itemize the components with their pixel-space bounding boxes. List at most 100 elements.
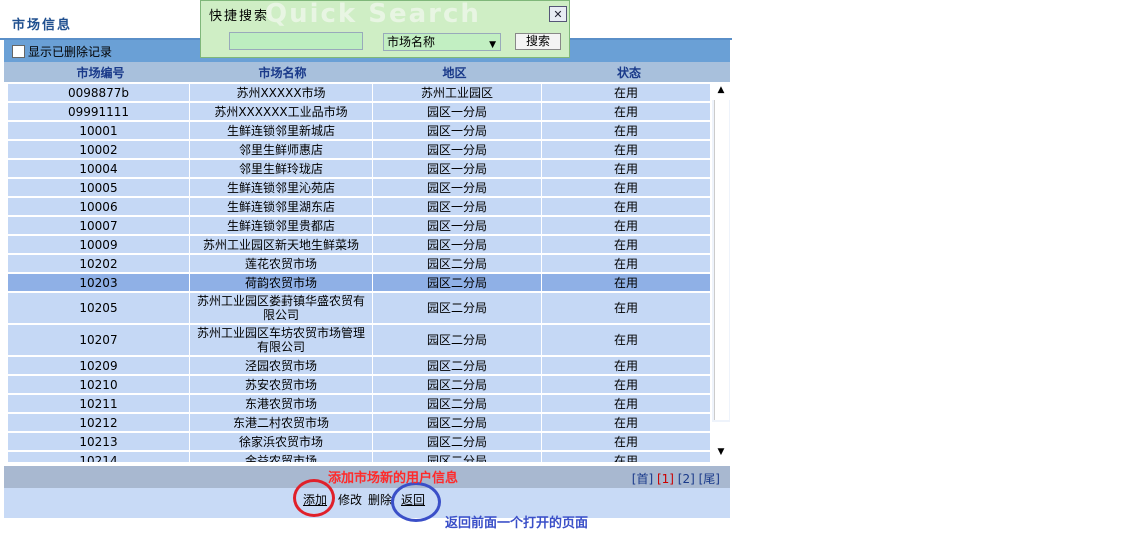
table-row[interactable]: 10007 生鲜连锁邻里贵都店 园区一分局 在用 (8, 217, 710, 234)
cell-market-code: 10209 (79, 358, 118, 373)
table-row[interactable]: 10203 荷韵农贸市场 园区二分局 在用 (8, 274, 710, 291)
cell-status: 在用 (541, 357, 710, 374)
cell-market-name: 生鲜连锁邻里沁苑店 (189, 179, 372, 196)
table-row[interactable]: 10005 生鲜连锁邻里沁苑店 园区一分局 在用 (8, 179, 710, 196)
cell-market-code: 10009 (79, 237, 118, 252)
cell-status: 在用 (541, 198, 710, 215)
cell-market-code: 10213 (79, 434, 118, 449)
cell-market-code: 09991111 (67, 104, 130, 119)
table-row[interactable]: 10210 苏安农贸市场 园区二分局 在用 (8, 376, 710, 393)
cell-region: 园区一分局 (372, 103, 541, 120)
column-header-region[interactable]: 地区 (374, 64, 535, 81)
cell-market-code: 10207 (79, 333, 118, 347)
table-row[interactable]: 10002 邻里生鲜师惠店 园区一分局 在用 (8, 141, 710, 158)
cell-region: 苏州工业园区 (372, 84, 541, 101)
pager-page-2[interactable]: [2] (678, 472, 695, 486)
cell-market-code: 10214 (79, 453, 118, 463)
table-row[interactable]: 10205 苏州工业园区娄葑镇华盛农贸有限公司 园区二分局 在用 (8, 293, 710, 323)
cell-region: 园区二分局 (372, 255, 541, 272)
table-row[interactable]: 10212 东港二村农贸市场 园区二分局 在用 (8, 414, 710, 431)
quick-search-button[interactable]: 搜索 (515, 33, 561, 50)
cell-region: 园区二分局 (372, 274, 541, 291)
cell-region: 园区二分局 (372, 395, 541, 412)
close-icon[interactable]: ✕ (549, 6, 567, 22)
scroll-up-icon[interactable]: ▲ (712, 82, 730, 98)
pager-page-1[interactable]: [1] (657, 472, 674, 486)
quick-search-field-select[interactable]: 市场名称 ▼ (383, 33, 501, 51)
table-scrollbar[interactable]: ▲ ▼ (712, 82, 730, 462)
scroll-thumb[interactable] (714, 100, 729, 420)
table-row[interactable]: 10211 东港农贸市场 园区二分局 在用 (8, 395, 710, 412)
cell-status: 在用 (541, 255, 710, 272)
cell-market-code: 10205 (79, 301, 118, 315)
market-info-panel: 市场信息 显示已删除记录 市场编号 市场名称 地区 状态 0098877b 苏州X… (0, 0, 732, 520)
cell-market-name: 生鲜连锁邻里湖东店 (189, 198, 372, 215)
chevron-down-icon[interactable]: ▼ (489, 37, 496, 53)
column-header-status[interactable]: 状态 (543, 64, 715, 81)
pager-last[interactable]: [尾] (699, 472, 720, 486)
table-row[interactable]: 10009 苏州工业园区新天地生鲜菜场 园区一分局 在用 (8, 236, 710, 253)
cell-status: 在用 (541, 274, 710, 291)
column-header-market-name[interactable]: 市场名称 (191, 64, 374, 81)
cell-market-code: 10006 (79, 199, 118, 214)
cell-region: 园区二分局 (372, 414, 541, 431)
cell-region: 园区二分局 (372, 325, 541, 355)
table-row[interactable]: 10001 生鲜连锁邻里新城店 园区一分局 在用 (8, 122, 710, 139)
cell-status: 在用 (541, 395, 710, 412)
table-row[interactable]: 10202 莲花农贸市场 园区二分局 在用 (8, 255, 710, 272)
cell-status: 在用 (541, 84, 710, 101)
pager-first[interactable]: [首] (632, 472, 653, 486)
cell-market-name: 苏州XXXXX市场 (189, 84, 372, 101)
cell-region: 园区一分局 (372, 179, 541, 196)
cell-region: 园区二分局 (372, 293, 541, 323)
add-annotation: 添加市场新的用户信息 (328, 471, 459, 486)
show-deleted-toggle[interactable]: 显示已删除记录 (12, 43, 112, 60)
table-body: 0098877b 苏州XXXXX市场 苏州工业园区 在用 09991111 苏州XXXXX… (4, 82, 712, 462)
cell-market-code: 10007 (79, 218, 118, 233)
cell-status: 在用 (541, 217, 710, 234)
quick-search-input[interactable] (229, 32, 363, 50)
cell-market-code: 10212 (79, 415, 118, 430)
cell-market-name: 苏州XXXXXX工业品市场 (189, 103, 372, 120)
cell-region: 园区一分局 (372, 198, 541, 215)
table-header: 市场编号 市场名称 地区 状态 (4, 62, 730, 82)
back-highlight-circle (391, 482, 441, 522)
cell-market-name: 邻里生鲜师惠店 (189, 141, 372, 158)
table-row[interactable]: 0098877b 苏州XXXXX市场 苏州工业园区 在用 (8, 84, 710, 101)
table-row[interactable]: 10207 苏州工业园区车坊农贸市场管理有限公司 园区二分局 在用 (8, 325, 710, 355)
cell-status: 在用 (541, 433, 710, 450)
column-header-market-code[interactable]: 市场编号 (10, 64, 191, 81)
delete-button[interactable]: 删除 (368, 491, 392, 508)
quick-search-watermark: Quick Search (265, 0, 481, 29)
cell-market-code: 0098877b (67, 85, 130, 100)
quick-search-popup: Quick Search 快捷搜索 ✕ 市场名称 ▼ 搜索 (200, 0, 570, 58)
cell-region: 园区二分局 (372, 357, 541, 374)
cell-market-name: 东港农贸市场 (189, 395, 372, 412)
table-row[interactable]: 09991111 苏州XXXXXX工业品市场 园区一分局 在用 (8, 103, 710, 120)
quick-search-title: 快捷搜索 (209, 9, 270, 24)
cell-status: 在用 (541, 141, 710, 158)
scroll-down-icon[interactable]: ▼ (712, 444, 730, 460)
cell-market-code: 10203 (79, 275, 118, 290)
edit-button[interactable]: 修改 (338, 491, 362, 508)
show-deleted-checkbox[interactable] (12, 45, 25, 58)
cell-region: 园区二分局 (372, 433, 541, 450)
cell-market-name: 邻里生鲜玲珑店 (189, 160, 372, 177)
cell-market-name: 苏州工业园区新天地生鲜菜场 (189, 236, 372, 253)
cell-status: 在用 (541, 414, 710, 431)
cell-status: 在用 (541, 160, 710, 177)
cell-status: 在用 (541, 452, 710, 462)
cell-status: 在用 (541, 236, 710, 253)
table-row[interactable]: 10214 金益农贸市场 园区二分局 在用 (8, 452, 710, 462)
table-row[interactable]: 10209 泾园农贸市场 园区二分局 在用 (8, 357, 710, 374)
cell-status: 在用 (541, 376, 710, 393)
cell-market-code: 10001 (79, 123, 118, 138)
table-row[interactable]: 10004 邻里生鲜玲珑店 园区一分局 在用 (8, 160, 710, 177)
table-row[interactable]: 10006 生鲜连锁邻里湖东店 园区一分局 在用 (8, 198, 710, 215)
cell-market-code: 10004 (79, 161, 118, 176)
cell-market-name: 苏安农贸市场 (189, 376, 372, 393)
cell-market-name: 生鲜连锁邻里新城店 (189, 122, 372, 139)
cell-market-name: 泾园农贸市场 (189, 357, 372, 374)
table-row[interactable]: 10213 徐家浜农贸市场 园区二分局 在用 (8, 433, 710, 450)
back-annotation: 返回前面一个打开的页面 (445, 516, 589, 531)
